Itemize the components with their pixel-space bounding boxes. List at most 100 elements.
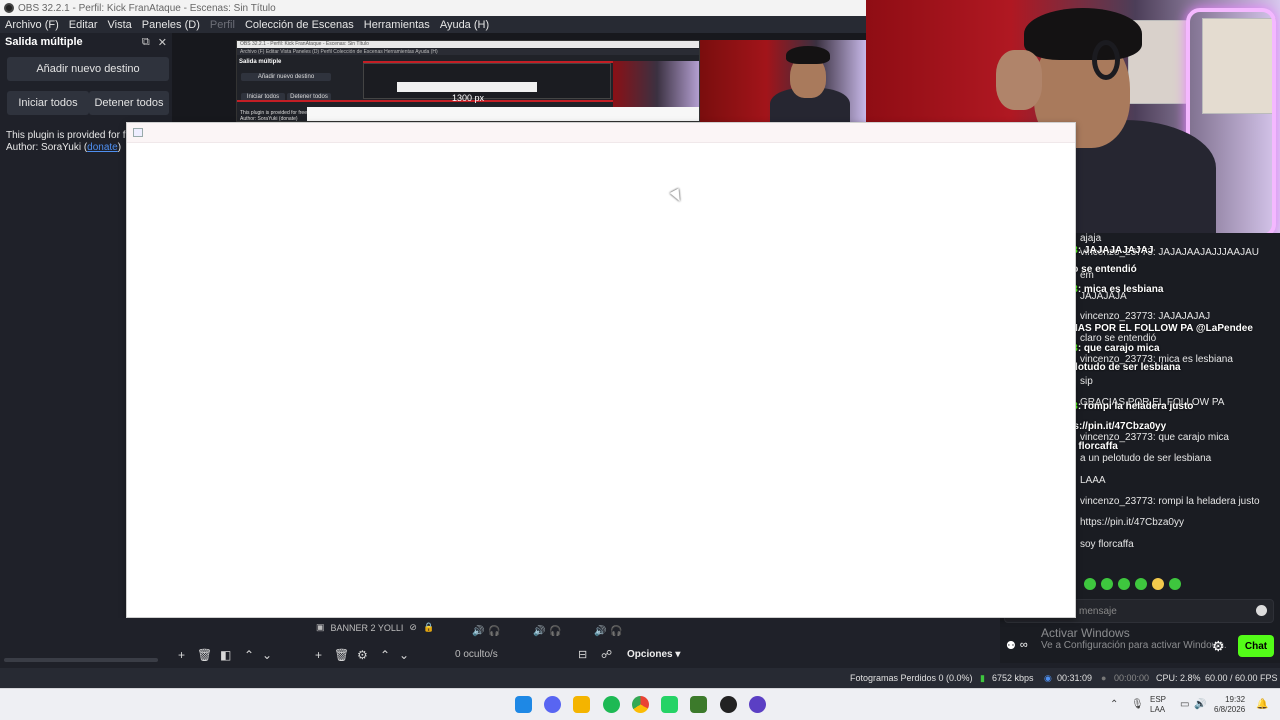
source-settings-icon[interactable]: ⚙ xyxy=(357,648,368,662)
person-hair-small xyxy=(786,46,830,64)
chat-echo-line: ajaja xyxy=(1080,233,1102,244)
donate-link[interactable]: donate xyxy=(87,142,118,153)
cpu-usage: CPU: 2.8% xyxy=(1156,673,1201,683)
tray-expand-icon[interactable]: ⌃ xyxy=(1110,699,1118,710)
chat-text: GRACIAS POR EL FOLLOW PA @LaPendee xyxy=(1045,323,1253,334)
source-name: BANNER 2 YOLLI xyxy=(330,622,404,633)
dock-float-icon[interactable]: ⧉ xyxy=(142,36,150,49)
emoji-icon[interactable] xyxy=(1256,605,1267,616)
obs-logo-icon xyxy=(4,3,14,13)
options-dropdown[interactable]: Opciones ▾ xyxy=(627,649,680,660)
window-titlebar: OBS 32.2.1 - Perfil: Kick FranAtaque - E… xyxy=(0,0,866,16)
emote-bar[interactable] xyxy=(1084,578,1181,590)
app-taskbar-icon[interactable] xyxy=(749,696,766,713)
emote-icon[interactable] xyxy=(1084,578,1096,590)
monitor-icon[interactable]: 🎧 xyxy=(488,626,500,637)
source-down-icon[interactable]: ⌄ xyxy=(399,648,409,662)
nested-titlebar: OBS 32.2.1 - Perfil: Kick FranAtaque - E… xyxy=(237,41,699,48)
menu-perfil[interactable]: Perfil xyxy=(205,19,240,31)
clock[interactable]: 19:32 6/8/2026 xyxy=(1214,695,1245,715)
chat-text: rompi la heladera justo xyxy=(1083,401,1194,412)
menu-coleccion-escenas[interactable]: Colección de Escenas xyxy=(240,19,359,31)
infinity-icon[interactable]: ∞ xyxy=(1020,639,1028,652)
source-up-icon[interactable]: ⌃ xyxy=(380,648,390,662)
source-item[interactable]: ▣ BANNER 2 YOLLI ⊘ 🔒 xyxy=(316,622,434,633)
link-icon[interactable]: ☍ xyxy=(601,648,612,661)
whatsapp-icon[interactable] xyxy=(661,696,678,713)
users-icon[interactable]: ⚉ xyxy=(1006,639,1016,652)
emote-icon[interactable] xyxy=(1152,578,1164,590)
dock-header: Salida múltiple ⧉ ✕ xyxy=(0,33,172,51)
add-destination-button[interactable]: Añadir nuevo destino xyxy=(7,57,169,81)
layout-icon[interactable]: ⊟ xyxy=(578,648,587,661)
language-indicator[interactable]: ESP LAA xyxy=(1150,695,1166,715)
clock-date: 6/8/2026 xyxy=(1214,705,1246,714)
plugin-note: This plugin is provided for free. xyxy=(6,130,143,141)
windows-taskbar: ⌃ 🎙 ESP LAA ▭ 🔊 19:32 6/8/2026 🔔 xyxy=(0,688,1280,720)
chat-badges-icons[interactable]: ⚉ ∞ xyxy=(1006,639,1028,652)
status-bar: Fotogramas Perdidos 0 (0.0%) ▮ 6752 kbps… xyxy=(0,668,1280,688)
stream-time: 00:31:09 xyxy=(1057,673,1093,683)
filter-icon[interactable]: ◧ xyxy=(220,648,231,662)
emote-icon[interactable] xyxy=(1101,578,1113,590)
lock-icon[interactable]: 🔒 xyxy=(423,622,434,633)
chat-send-button[interactable]: Chat xyxy=(1238,635,1274,657)
chat-echo-line: a un pelotudo de ser lesbiana xyxy=(1080,453,1212,464)
windows-start-icon[interactable] xyxy=(515,696,532,713)
blank-window-titlebar[interactable] xyxy=(127,123,1075,143)
chat-echo-line: https://pin.it/47Cbza0yy xyxy=(1080,517,1184,528)
person-hand xyxy=(996,50,1042,110)
nested-camera xyxy=(613,61,699,107)
emote-icon[interactable] xyxy=(1135,578,1147,590)
menu-paneles[interactable]: Paneles (D) xyxy=(137,19,205,31)
move-down-icon[interactable]: ⌄ xyxy=(262,648,272,662)
chat-echo-line: vincenzo_23773: JAJAJAJAJ xyxy=(1080,311,1211,322)
webcam-preview-small xyxy=(700,40,866,122)
notification-icon[interactable]: 🔔 xyxy=(1256,699,1268,710)
clock-time: 19:32 xyxy=(1225,695,1246,704)
chat-text: mica es lesbiana xyxy=(1083,284,1164,295)
monitor-icon[interactable]: 🎧 xyxy=(610,626,622,637)
add-scene-icon[interactable]: + xyxy=(178,648,185,662)
minecraft-icon[interactable] xyxy=(690,696,707,713)
spotify-icon[interactable] xyxy=(603,696,620,713)
obs-taskbar-icon[interactable] xyxy=(720,696,737,713)
chat-echo-line: LAAA xyxy=(1080,475,1106,486)
record-icon: ● xyxy=(1101,673,1107,683)
headset-icon xyxy=(1092,40,1120,80)
menu-ayuda[interactable]: Ayuda (H) xyxy=(435,19,494,31)
move-up-icon[interactable]: ⌃ xyxy=(244,648,254,662)
dock-title: Salida múltiple xyxy=(5,36,83,48)
emote-icon[interactable] xyxy=(1169,578,1181,590)
volume-icon[interactable]: 🔊 xyxy=(472,626,484,637)
stop-all-button[interactable]: Detener todos xyxy=(89,91,169,115)
chrome-icon[interactable] xyxy=(632,696,649,713)
add-source-icon[interactable]: + xyxy=(315,648,322,662)
menu-bar: Archivo (F) Editar Vista Paneles (D) Per… xyxy=(0,16,866,33)
volume-icon[interactable]: 🔊 xyxy=(594,626,606,637)
file-explorer-icon[interactable] xyxy=(573,696,590,713)
start-all-button[interactable]: Iniciar todos xyxy=(7,91,89,115)
horizontal-scrollbar[interactable] xyxy=(4,658,158,662)
volume-icon[interactable]: 🔊 xyxy=(533,626,545,637)
delete-source-icon[interactable]: 🗑 xyxy=(334,648,349,662)
hidden-sources-count: 0 oculto/s xyxy=(455,649,498,660)
microphone-icon[interactable]: 🎙 xyxy=(1131,699,1144,710)
menu-herramientas[interactable]: Herramientas xyxy=(359,19,435,31)
delete-scene-icon[interactable]: 🗑 xyxy=(197,648,212,662)
network-icon[interactable]: ▭ xyxy=(1180,699,1189,710)
menu-archivo[interactable]: Archivo (F) xyxy=(0,19,64,31)
chat-input-placeholder: mensaje xyxy=(1079,606,1117,617)
nested-add-button: Añadir nuevo destino xyxy=(241,73,331,81)
visibility-icon[interactable]: ⊘ xyxy=(409,622,417,633)
discord-icon[interactable] xyxy=(544,696,561,713)
dock-close-icon[interactable]: ✕ xyxy=(158,36,167,49)
monitor-icon[interactable]: 🎧 xyxy=(549,626,561,637)
speaker-icon[interactable]: 🔊 xyxy=(1194,699,1206,710)
menu-vista[interactable]: Vista xyxy=(103,19,137,31)
blank-window[interactable] xyxy=(126,122,1076,618)
emote-icon[interactable] xyxy=(1118,578,1130,590)
fps: 60.00 / 60.00 FPS xyxy=(1205,673,1278,683)
menu-editar[interactable]: Editar xyxy=(64,19,103,31)
record-time: 00:00:00 xyxy=(1114,673,1150,683)
